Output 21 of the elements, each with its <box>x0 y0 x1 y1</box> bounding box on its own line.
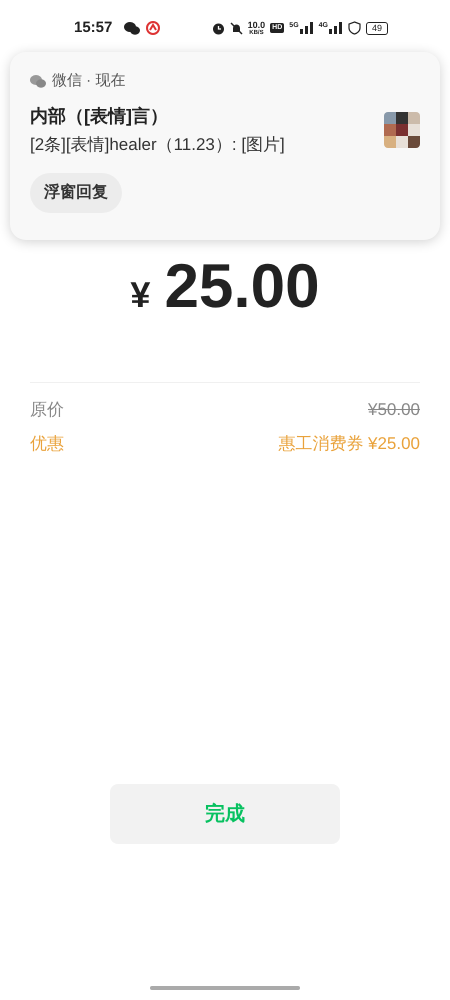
bank-logo-icon <box>146 21 160 35</box>
float-reply-button[interactable]: 浮窗回复 <box>30 173 122 213</box>
home-indicator[interactable] <box>150 986 300 990</box>
muted-bell-icon <box>230 22 243 34</box>
notification-title: 内部（[表情]言） <box>30 104 169 128</box>
shield-icon <box>348 21 361 35</box>
currency-symbol: ¥ <box>130 273 150 317</box>
price-value: ¥50.00 <box>368 399 420 421</box>
notification-source: 微信 · 现在 <box>52 71 126 91</box>
notification-card[interactable]: 微信 · 现在 内部（[表情]言） [2条][表情]healer（11.23）: [图片] 浮窗回复 <box>10 52 440 240</box>
price-value: 惠工消费券 ¥25.00 <box>278 432 420 454</box>
notification-message: [2条][表情]healer（11.23）: [图片] <box>30 134 286 156</box>
network-speed: 10.0 <box>248 20 266 30</box>
chat-bubbles-icon <box>124 22 140 34</box>
alarm-icon <box>212 22 225 34</box>
battery-indicator: 49 <box>366 22 388 34</box>
chat-bubbles-icon <box>30 74 46 88</box>
paid-amount: 25.00 <box>164 256 320 318</box>
price-label: 原价 <box>30 399 64 421</box>
price-label: 优惠 <box>30 432 64 454</box>
clock-time: 15:57 <box>74 18 112 38</box>
